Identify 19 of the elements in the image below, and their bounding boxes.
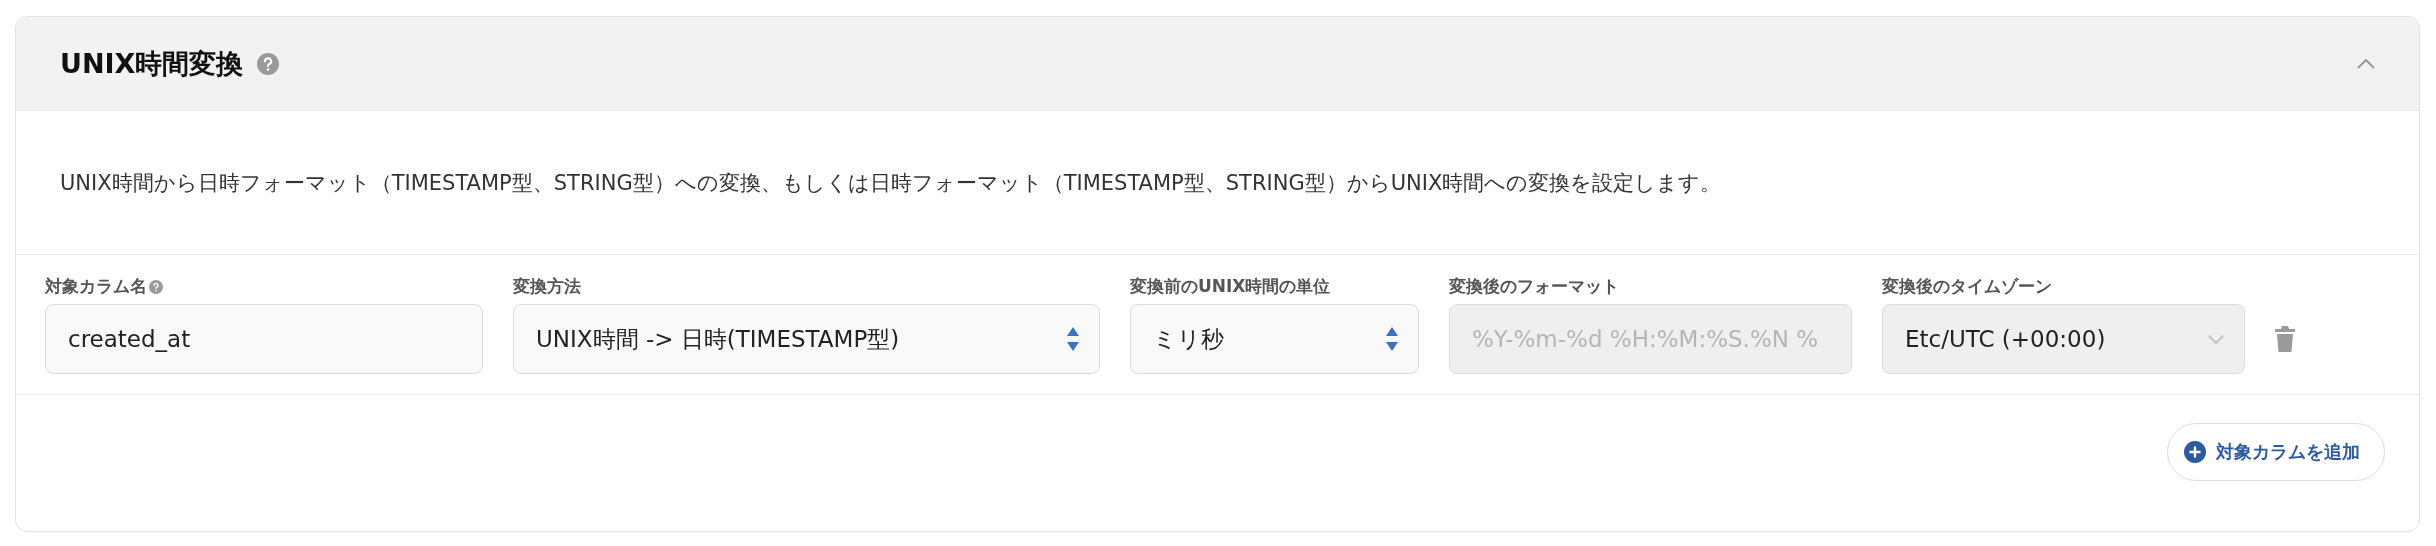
chevron-up-icon[interactable]: [2357, 58, 2375, 69]
plus-circle-icon: [2184, 441, 2206, 463]
field-label: 変換後のタイムゾーン: [1882, 275, 2052, 298]
input-field[interactable]: created_at: [45, 304, 483, 374]
description: UNIX時間から日時フォーマット（TIMESTAMP型、STRING型）への変換、もしくは日時フォーマット（TIMESTAMP型、STRING型）からUNIX時間への変換を設定します。: [16, 111, 2419, 255]
help-icon[interactable]: [257, 52, 280, 75]
add-column-button[interactable]: 対象カラムを追加: [2167, 423, 2385, 481]
chevron-down-icon: [2208, 334, 2224, 344]
panel-title: UNIX時間変換: [60, 46, 244, 81]
select-field[interactable]: UNIX時間 -> 日時(TIMESTAMP型): [513, 304, 1100, 374]
field-label: 変換前のUNIX時間の単位: [1130, 275, 1331, 298]
select-field[interactable]: ミリ秒: [1130, 304, 1419, 374]
field-label: 変換後のフォーマット: [1449, 275, 1619, 298]
stepper-arrows-icon: [1067, 327, 1079, 351]
stepper-arrows-icon: [1386, 327, 1398, 351]
trash-icon[interactable]: [2275, 326, 2295, 352]
help-icon[interactable]: [149, 279, 163, 294]
field-label: 変換方法: [513, 275, 581, 298]
field-label: 対象カラム名: [45, 275, 147, 298]
